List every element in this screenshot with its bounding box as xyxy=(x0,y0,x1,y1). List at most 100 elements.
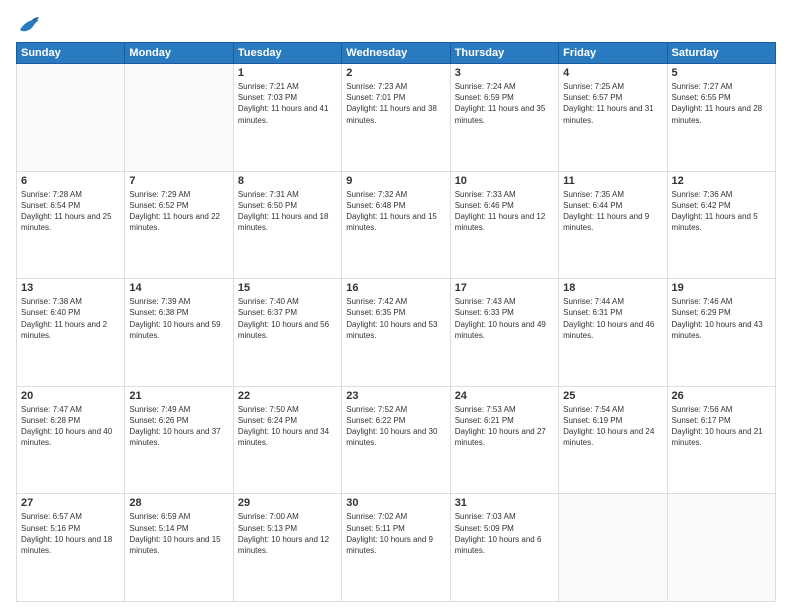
day-info: Sunrise: 7:40 AMSunset: 6:37 PMDaylight:… xyxy=(238,296,337,341)
header-sunday: Sunday xyxy=(17,43,125,64)
table-row: 11 Sunrise: 7:35 AMSunset: 6:44 PMDayligh… xyxy=(559,171,667,279)
table-row: 29 Sunrise: 7:00 AMSunset: 5:13 PMDayligh… xyxy=(233,494,341,602)
day-info: Sunrise: 7:02 AMSunset: 5:11 PMDaylight:… xyxy=(346,511,445,556)
day-number: 24 xyxy=(455,390,554,402)
table-row: 30 Sunrise: 7:02 AMSunset: 5:11 PMDayligh… xyxy=(342,494,450,602)
day-number: 17 xyxy=(455,282,554,294)
day-info: Sunrise: 7:25 AMSunset: 6:57 PMDaylight:… xyxy=(563,81,662,126)
day-info: Sunrise: 7:03 AMSunset: 5:09 PMDaylight:… xyxy=(455,511,554,556)
day-info: Sunrise: 7:28 AMSunset: 6:54 PMDaylight:… xyxy=(21,189,120,234)
day-number: 14 xyxy=(129,282,228,294)
day-info: Sunrise: 7:35 AMSunset: 6:44 PMDaylight:… xyxy=(563,189,662,234)
day-number: 10 xyxy=(455,175,554,187)
day-info: Sunrise: 7:24 AMSunset: 6:59 PMDaylight:… xyxy=(455,81,554,126)
calendar-week-row: 27 Sunrise: 6:57 AMSunset: 5:16 PMDayligh… xyxy=(17,494,776,602)
day-info: Sunrise: 7:50 AMSunset: 6:24 PMDaylight:… xyxy=(238,404,337,449)
table-row: 19 Sunrise: 7:46 AMSunset: 6:29 PMDayligh… xyxy=(667,279,775,387)
day-number: 22 xyxy=(238,390,337,402)
day-number: 26 xyxy=(672,390,771,402)
table-row: 13Sunrise: 7:38 AMSunset: 6:40 PMDayligh… xyxy=(17,279,125,387)
table-row: 8Sunrise: 7:31 AMSunset: 6:50 PMDaylight… xyxy=(233,171,341,279)
day-number: 3 xyxy=(455,67,554,79)
day-number: 27 xyxy=(21,497,120,509)
day-number: 29 xyxy=(238,497,337,509)
table-row xyxy=(559,494,667,602)
day-number: 7 xyxy=(129,175,228,187)
day-info: Sunrise: 7:39 AMSunset: 6:38 PMDaylight:… xyxy=(129,296,228,341)
day-number: 30 xyxy=(346,497,445,509)
calendar-week-row: 6Sunrise: 7:28 AMSunset: 6:54 PMDaylight… xyxy=(17,171,776,279)
day-info: Sunrise: 7:23 AMSunset: 7:01 PMDaylight:… xyxy=(346,81,445,126)
day-info: Sunrise: 7:31 AMSunset: 6:50 PMDaylight:… xyxy=(238,189,337,234)
table-row: 24Sunrise: 7:53 AMSunset: 6:21 PMDayligh… xyxy=(450,386,558,494)
day-number: 28 xyxy=(129,497,228,509)
table-row: 26 Sunrise: 7:56 AMSunset: 6:17 PMDayligh… xyxy=(667,386,775,494)
day-info: Sunrise: 7:54 AMSunset: 6:19 PMDaylight:… xyxy=(563,404,662,449)
day-info: Sunrise: 7:42 AMSunset: 6:35 PMDaylight:… xyxy=(346,296,445,341)
table-row: 1 Sunrise: 7:21 AMSunset: 7:03 PMDaylight… xyxy=(233,64,341,172)
day-number: 11 xyxy=(563,175,662,187)
day-info: Sunrise: 7:32 AMSunset: 6:48 PMDaylight:… xyxy=(346,189,445,234)
day-number: 20 xyxy=(21,390,120,402)
table-row xyxy=(667,494,775,602)
day-info: Sunrise: 6:59 AMSunset: 5:14 PMDaylight:… xyxy=(129,511,228,556)
table-row: 22 Sunrise: 7:50 AMSunset: 6:24 PMDayligh… xyxy=(233,386,341,494)
day-info: Sunrise: 7:00 AMSunset: 5:13 PMDaylight:… xyxy=(238,511,337,556)
day-number: 21 xyxy=(129,390,228,402)
day-number: 5 xyxy=(672,67,771,79)
day-number: 12 xyxy=(672,175,771,187)
table-row xyxy=(125,64,233,172)
day-info: Sunrise: 7:49 AMSunset: 6:26 PMDaylight:… xyxy=(129,404,228,449)
day-number: 15 xyxy=(238,282,337,294)
table-row: 3 Sunrise: 7:24 AMSunset: 6:59 PMDaylight… xyxy=(450,64,558,172)
header-thursday: Thursday xyxy=(450,43,558,64)
day-info: Sunrise: 7:46 AMSunset: 6:29 PMDaylight:… xyxy=(672,296,771,341)
logo xyxy=(16,16,40,34)
table-row: 21 Sunrise: 7:49 AMSunset: 6:26 PMDayligh… xyxy=(125,386,233,494)
table-row: 12 Sunrise: 7:36 AMSunset: 6:42 PMDayligh… xyxy=(667,171,775,279)
table-row: 16 Sunrise: 7:42 AMSunset: 6:35 PMDayligh… xyxy=(342,279,450,387)
calendar-header-row: Sunday Monday Tuesday Wednesday Thursday… xyxy=(17,43,776,64)
page: Sunday Monday Tuesday Wednesday Thursday… xyxy=(0,0,792,612)
header-saturday: Saturday xyxy=(667,43,775,64)
day-info: Sunrise: 7:21 AMSunset: 7:03 PMDaylight:… xyxy=(238,81,337,126)
day-info: Sunrise: 6:57 AMSunset: 5:16 PMDaylight:… xyxy=(21,511,120,556)
day-info: Sunrise: 7:29 AMSunset: 6:52 PMDaylight:… xyxy=(129,189,228,234)
day-info: Sunrise: 7:47 AMSunset: 6:28 PMDaylight:… xyxy=(21,404,120,449)
header-monday: Monday xyxy=(125,43,233,64)
day-number: 18 xyxy=(563,282,662,294)
table-row: 5Sunrise: 7:27 AMSunset: 6:55 PMDaylight… xyxy=(667,64,775,172)
table-row: 4 Sunrise: 7:25 AMSunset: 6:57 PMDaylight… xyxy=(559,64,667,172)
day-number: 9 xyxy=(346,175,445,187)
day-number: 4 xyxy=(563,67,662,79)
header-friday: Friday xyxy=(559,43,667,64)
table-row: 9 Sunrise: 7:32 AMSunset: 6:48 PMDaylight… xyxy=(342,171,450,279)
day-info: Sunrise: 7:38 AMSunset: 6:40 PMDaylight:… xyxy=(21,296,120,341)
table-row: 20 Sunrise: 7:47 AMSunset: 6:28 PMDayligh… xyxy=(17,386,125,494)
day-number: 1 xyxy=(238,67,337,79)
day-number: 23 xyxy=(346,390,445,402)
day-info: Sunrise: 7:56 AMSunset: 6:17 PMDaylight:… xyxy=(672,404,771,449)
day-number: 31 xyxy=(455,497,554,509)
table-row: 7 Sunrise: 7:29 AMSunset: 6:52 PMDaylight… xyxy=(125,171,233,279)
calendar-table: Sunday Monday Tuesday Wednesday Thursday… xyxy=(16,42,776,602)
table-row: 25Sunrise: 7:54 AMSunset: 6:19 PMDayligh… xyxy=(559,386,667,494)
table-row: 31 Sunrise: 7:03 AMSunset: 5:09 PMDayligh… xyxy=(450,494,558,602)
calendar-week-row: 20 Sunrise: 7:47 AMSunset: 6:28 PMDayligh… xyxy=(17,386,776,494)
header-wednesday: Wednesday xyxy=(342,43,450,64)
table-row: 6Sunrise: 7:28 AMSunset: 6:54 PMDaylight… xyxy=(17,171,125,279)
table-row: 10Sunrise: 7:33 AMSunset: 6:46 PMDayligh… xyxy=(450,171,558,279)
table-row: 2Sunrise: 7:23 AMSunset: 7:01 PMDaylight… xyxy=(342,64,450,172)
day-info: Sunrise: 7:36 AMSunset: 6:42 PMDaylight:… xyxy=(672,189,771,234)
table-row: 17Sunrise: 7:43 AMSunset: 6:33 PMDayligh… xyxy=(450,279,558,387)
table-row xyxy=(17,64,125,172)
logo-bird-icon xyxy=(18,16,40,34)
table-row: 28 Sunrise: 6:59 AMSunset: 5:14 PMDayligh… xyxy=(125,494,233,602)
day-info: Sunrise: 7:44 AMSunset: 6:31 PMDaylight:… xyxy=(563,296,662,341)
table-row: 15 Sunrise: 7:40 AMSunset: 6:37 PMDayligh… xyxy=(233,279,341,387)
day-number: 16 xyxy=(346,282,445,294)
header-tuesday: Tuesday xyxy=(233,43,341,64)
day-number: 19 xyxy=(672,282,771,294)
table-row: 14 Sunrise: 7:39 AMSunset: 6:38 PMDayligh… xyxy=(125,279,233,387)
table-row: 23Sunrise: 7:52 AMSunset: 6:22 PMDayligh… xyxy=(342,386,450,494)
